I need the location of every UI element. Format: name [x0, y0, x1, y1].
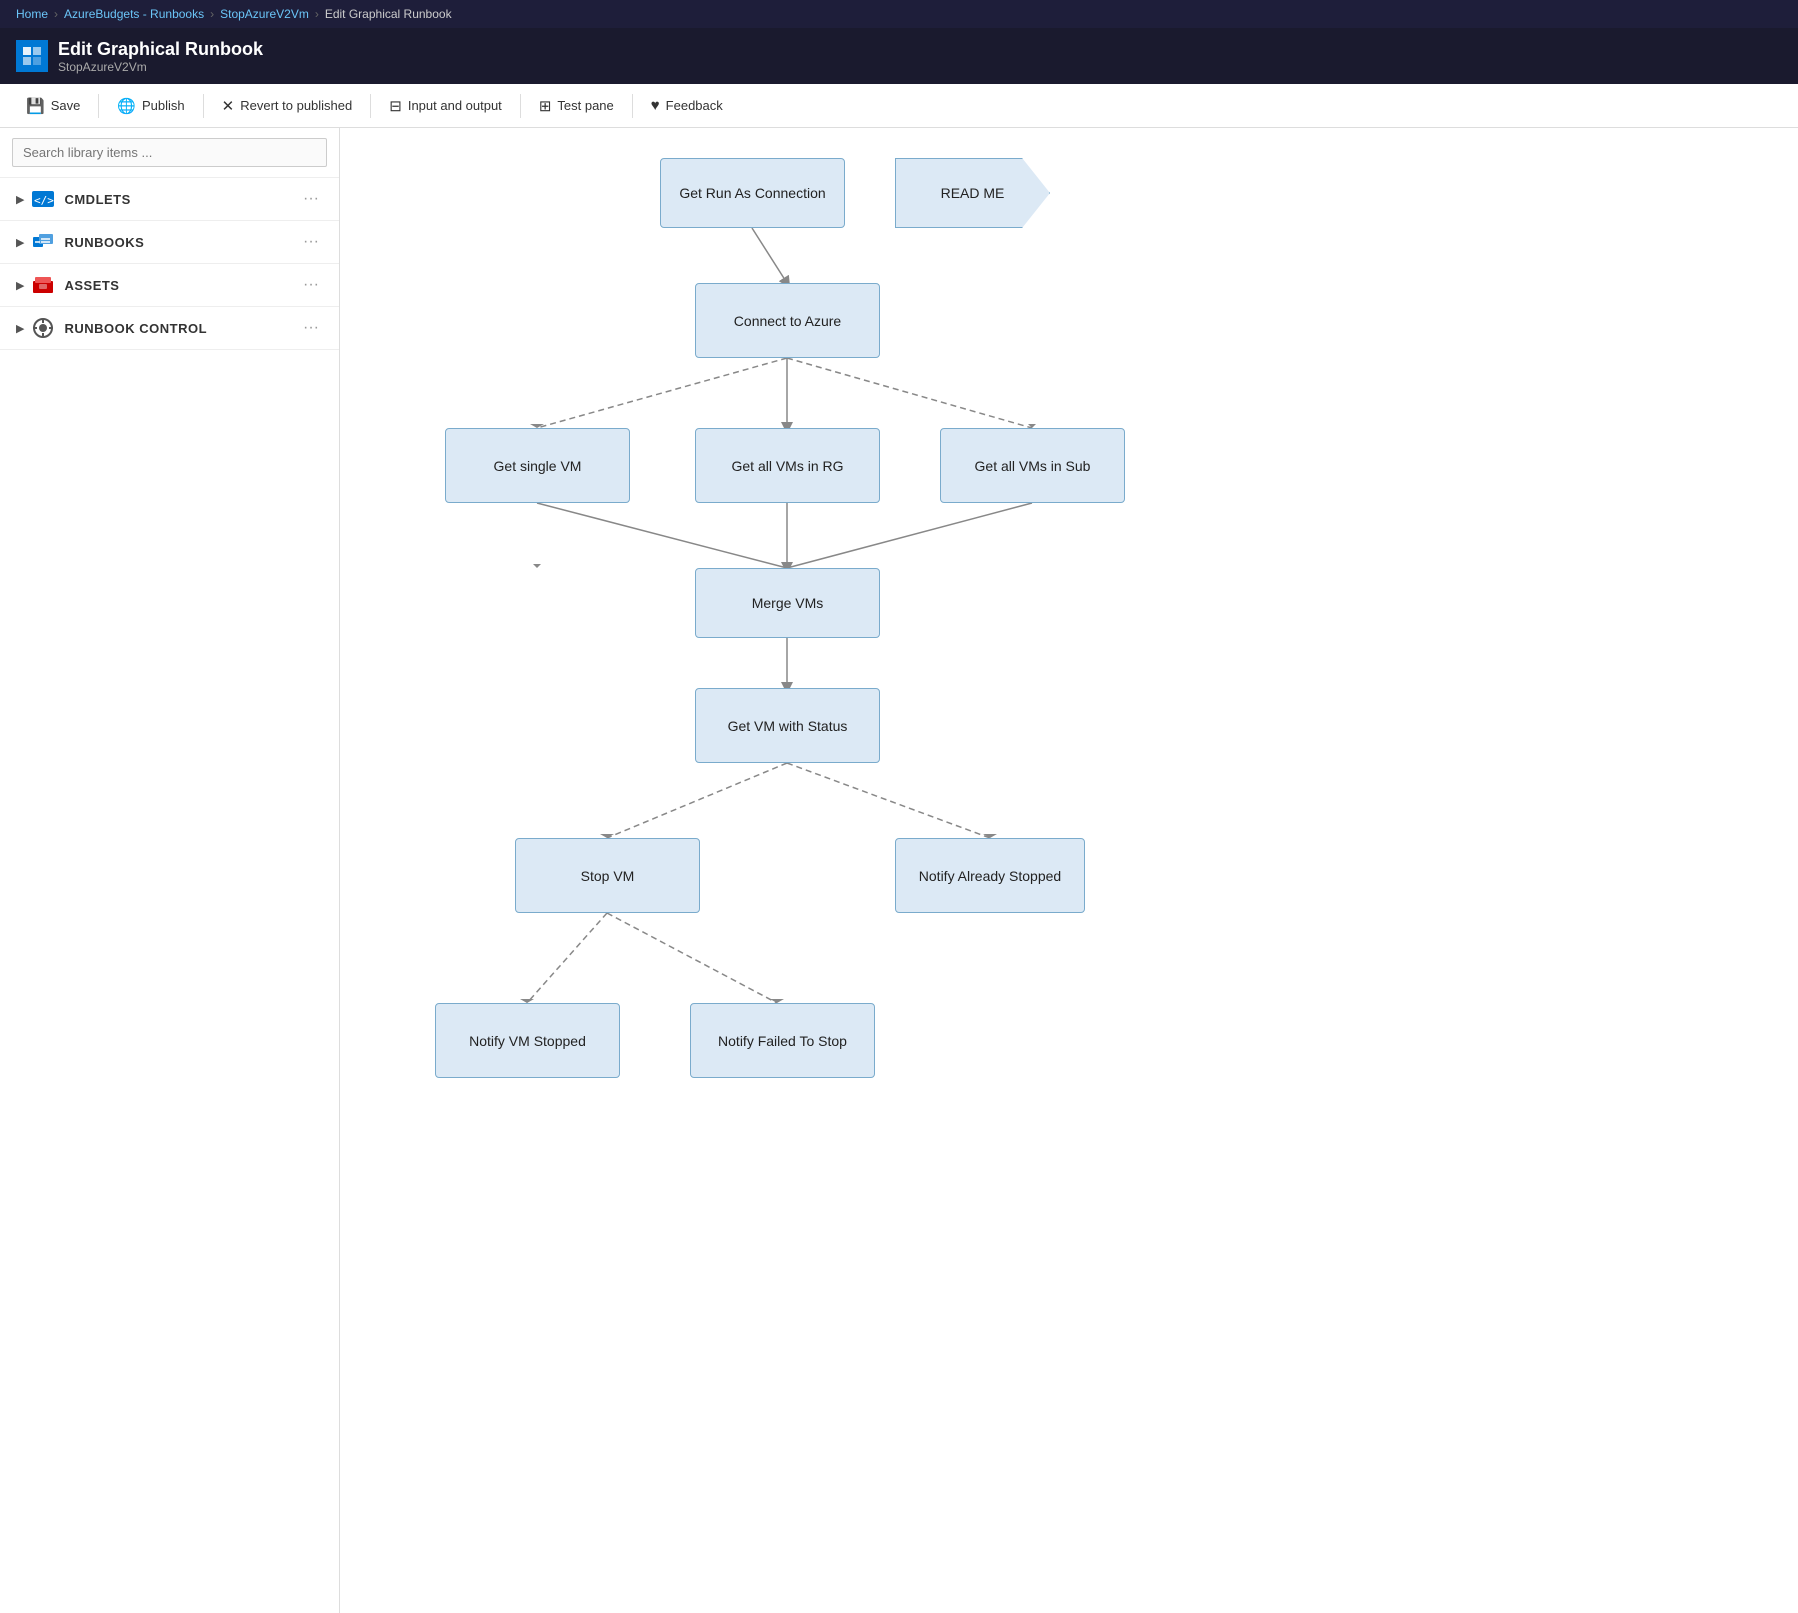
assets-expand-icon: ▶	[16, 279, 24, 292]
breadcrumb-runbook[interactable]: StopAzureV2Vm	[220, 7, 309, 21]
sidebar-item-cmdlets[interactable]: ▶ </> CMDLETS ···	[0, 178, 339, 221]
runbook-control-more-button[interactable]: ···	[299, 317, 323, 339]
runbook-control-icon	[32, 317, 54, 339]
assets-icon	[32, 274, 54, 296]
runbook-control-label: RUNBOOK CONTROL	[64, 321, 299, 336]
node-notify-vm-stopped[interactable]: Notify VM Stopped	[435, 1003, 620, 1078]
cmdlets-more-button[interactable]: ···	[299, 188, 323, 210]
save-button[interactable]: 💾 Save	[12, 91, 94, 121]
page-main-title: Edit Graphical Runbook	[58, 39, 263, 60]
toolbar: 💾 Save 🌐 Publish ✕ Revert to published ⊟…	[0, 84, 1798, 128]
node-get-vm-status[interactable]: Get VM with Status	[695, 688, 880, 763]
azure-logo-icon	[21, 45, 43, 67]
node-get-all-vms-rg[interactable]: Get all VMs in RG	[695, 428, 880, 503]
canvas: Get Run As Connection READ ME Connect to…	[340, 128, 1740, 1613]
node-notify-failed-to-stop[interactable]: Notify Failed To Stop	[690, 1003, 875, 1078]
breadcrumb-runbooks[interactable]: AzureBudgets - Runbooks	[64, 7, 204, 21]
toolbar-separator-1	[98, 94, 99, 118]
toolbar-separator-5	[632, 94, 633, 118]
input-output-icon: ⊟	[389, 97, 402, 115]
runbook-control-expand-icon: ▶	[16, 322, 24, 335]
breadcrumb-home[interactable]: Home	[16, 7, 48, 21]
test-pane-button[interactable]: ⊞ Test pane	[525, 91, 628, 121]
toolbar-separator-4	[520, 94, 521, 118]
save-icon: 💾	[26, 97, 45, 115]
assets-label: ASSETS	[64, 278, 299, 293]
cmdlets-icon: </>	[32, 188, 54, 210]
breadcrumb-current: Edit Graphical Runbook	[325, 7, 452, 21]
runbooks-more-button[interactable]: ···	[299, 231, 323, 253]
assets-more-button[interactable]: ···	[299, 274, 323, 296]
node-stop-vm[interactable]: Stop VM	[515, 838, 700, 913]
toolbar-separator-3	[370, 94, 371, 118]
node-notify-already-stopped[interactable]: Notify Already Stopped	[895, 838, 1085, 913]
publish-icon: 🌐	[117, 97, 136, 115]
input-output-button[interactable]: ⊟ Input and output	[375, 91, 516, 121]
page-title-block: Edit Graphical Runbook StopAzureV2Vm	[58, 39, 263, 74]
node-connect-azure[interactable]: Connect to Azure	[695, 283, 880, 358]
node-get-run-as[interactable]: Get Run As Connection	[660, 158, 845, 228]
node-get-all-vms-sub[interactable]: Get all VMs in Sub	[940, 428, 1125, 503]
feedback-button[interactable]: ♥ Feedback	[637, 91, 737, 120]
search-box	[0, 128, 339, 178]
sidebar-item-runbook-control[interactable]: ▶ RUNBOOK CONTROL ···	[0, 307, 339, 350]
sidebar-item-runbooks[interactable]: ▶ RUNBOOKS ···	[0, 221, 339, 264]
publish-button[interactable]: 🌐 Publish	[103, 91, 198, 121]
search-input[interactable]	[12, 138, 327, 167]
app-logo	[16, 40, 48, 72]
revert-icon: ✕	[222, 97, 235, 115]
node-merge-vms[interactable]: Merge VMs	[695, 568, 880, 638]
revert-button[interactable]: ✕ Revert to published	[208, 91, 367, 121]
canvas-area[interactable]: Get Run As Connection READ ME Connect to…	[340, 128, 1798, 1613]
svg-text:</>: </>	[34, 194, 54, 207]
node-get-single-vm[interactable]: Get single VM	[445, 428, 630, 503]
runbooks-expand-icon: ▶	[16, 236, 24, 249]
node-read-me[interactable]: READ ME	[895, 158, 1050, 228]
top-bar: Edit Graphical Runbook StopAzureV2Vm	[0, 28, 1798, 84]
cmdlets-label: CMDLETS	[64, 192, 299, 207]
page-sub-title: StopAzureV2Vm	[58, 60, 263, 74]
cmdlets-expand-icon: ▶	[16, 193, 24, 206]
runbooks-icon	[32, 231, 54, 253]
feedback-icon: ♥	[651, 97, 660, 114]
main-layout: ▶ </> CMDLETS ··· ▶ RUNBO	[0, 128, 1798, 1613]
test-pane-icon: ⊞	[539, 97, 552, 115]
runbooks-label: RUNBOOKS	[64, 235, 299, 250]
sidebar: ▶ </> CMDLETS ··· ▶ RUNBO	[0, 128, 340, 1613]
sidebar-item-assets[interactable]: ▶ ASSETS ···	[0, 264, 339, 307]
toolbar-separator-2	[203, 94, 204, 118]
breadcrumb: Home › AzureBudgets - Runbooks › StopAzu…	[0, 0, 1798, 28]
